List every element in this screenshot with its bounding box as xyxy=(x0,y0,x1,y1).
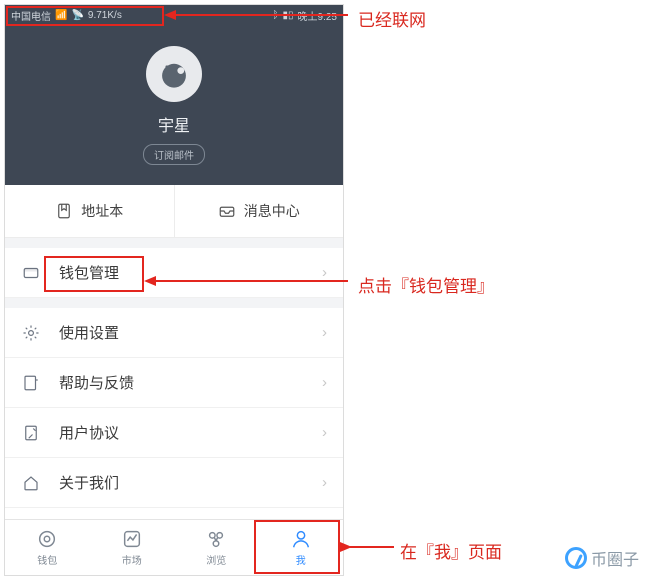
chevron-right-icon: › xyxy=(322,264,327,281)
gear-icon xyxy=(21,323,41,343)
annotation-click-wallet: 点击『钱包管理』 xyxy=(358,272,494,297)
wallet-tab-icon xyxy=(36,528,58,550)
menu-label: 关于我们 xyxy=(59,472,119,493)
tab-label: 浏览 xyxy=(206,552,226,567)
tab-label: 市场 xyxy=(122,552,142,567)
menu-agreement[interactable]: 用户协议 › xyxy=(5,408,343,458)
avatar-icon xyxy=(157,57,191,91)
message-center-button[interactable]: 消息中心 xyxy=(175,185,344,237)
home-icon xyxy=(21,473,41,493)
arrow-wallet xyxy=(154,280,348,282)
quick-actions: 地址本 消息中心 xyxy=(5,185,343,238)
arrow-head-network xyxy=(164,10,176,20)
subscribe-button[interactable]: 订阅邮件 xyxy=(143,144,205,165)
annotation-me-page: 在『我』页面 xyxy=(400,538,502,563)
watermark-text: 币圈子 xyxy=(591,546,639,570)
address-book-button[interactable]: 地址本 xyxy=(5,185,175,237)
section-gap xyxy=(5,298,343,308)
arrow-head-me xyxy=(340,542,352,552)
document-icon xyxy=(21,423,41,443)
menu-label: 用户协议 xyxy=(59,422,119,443)
bookmark-icon xyxy=(55,202,73,220)
chevron-right-icon: › xyxy=(322,424,327,441)
arrow-me xyxy=(350,546,394,548)
tab-wallet[interactable]: 钱包 xyxy=(5,520,90,575)
chevron-right-icon: › xyxy=(322,374,327,391)
chevron-right-icon: › xyxy=(322,324,327,341)
menu-settings[interactable]: 使用设置 › xyxy=(5,308,343,358)
help-icon xyxy=(21,373,41,393)
avatar[interactable] xyxy=(146,46,202,102)
annotation-networked: 已经联网 xyxy=(358,6,426,31)
callout-wallet-manage xyxy=(44,256,144,292)
menu-help[interactable]: 帮助与反馈 › xyxy=(5,358,343,408)
inbox-icon xyxy=(218,202,236,220)
tab-browse[interactable]: 浏览 xyxy=(174,520,259,575)
browse-tab-icon xyxy=(205,528,227,550)
section-gap xyxy=(5,238,343,248)
menu-label: 帮助与反馈 xyxy=(59,372,134,393)
menu-about[interactable]: 关于我们 › xyxy=(5,458,343,508)
profile-header: 宇星 订阅邮件 xyxy=(5,25,343,185)
callout-me-tab xyxy=(254,520,340,574)
chevron-right-icon: › xyxy=(322,474,327,491)
market-tab-icon xyxy=(121,528,143,550)
username: 宇星 xyxy=(158,112,190,136)
watermark: 币圈子 xyxy=(565,546,639,570)
tab-market[interactable]: 市场 xyxy=(90,520,175,575)
arrow-network xyxy=(174,14,348,16)
tab-label: 钱包 xyxy=(37,552,57,567)
callout-status xyxy=(6,6,164,26)
arrow-head-wallet xyxy=(144,276,156,286)
message-center-label: 消息中心 xyxy=(244,201,300,221)
wallet-icon xyxy=(21,263,41,283)
menu-label: 使用设置 xyxy=(59,322,119,343)
watermark-logo-icon xyxy=(565,547,587,569)
address-book-label: 地址本 xyxy=(81,201,123,221)
